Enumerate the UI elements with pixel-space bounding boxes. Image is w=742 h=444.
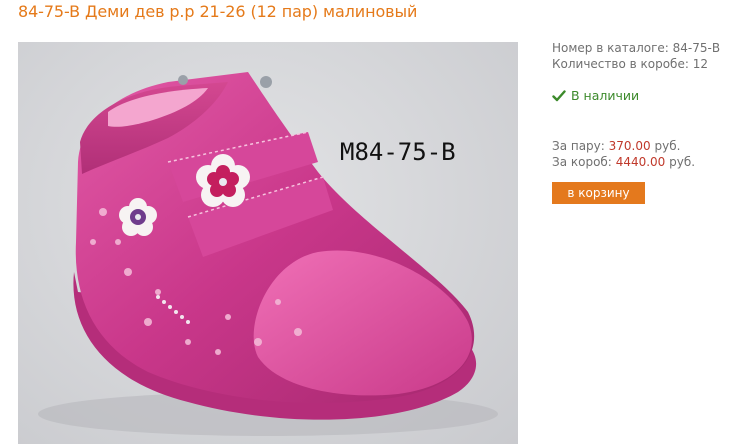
product-title: 84-75-B Деми дев р.р 21-26 (12 пар) мали…	[18, 2, 418, 21]
shoe-image: M84-75-B	[38, 72, 498, 436]
catalog-label: Номер в каталоге:	[552, 41, 669, 55]
pair-price-row: За пару: 370.00 руб.	[552, 138, 695, 154]
pair-price-currency: руб.	[654, 139, 681, 153]
box-price-value: 4440.00	[615, 155, 666, 169]
pair-price-label: За пару:	[552, 139, 605, 153]
product-photo[interactable]: M84-75-B	[18, 42, 518, 444]
pair-price-value: 370.00	[608, 139, 651, 153]
box-qty-label: Количество в коробе:	[552, 57, 689, 71]
box-qty-value: 12	[692, 57, 708, 71]
checkmark-icon	[552, 89, 566, 103]
photo-label: M84-75-B	[340, 138, 456, 166]
box-price-row: За короб: 4440.00 руб.	[552, 154, 695, 170]
box-price-label: За короб:	[552, 155, 612, 169]
stock-text: В наличии	[571, 88, 640, 103]
add-to-cart-button[interactable]: в корзину	[552, 182, 645, 204]
box-price-currency: руб.	[669, 155, 696, 169]
product-info: Номер в каталоге: 84-75-B Количество в к…	[552, 40, 720, 72]
catalog-row: Номер в каталоге: 84-75-B	[552, 40, 720, 56]
catalog-value: 84-75-B	[672, 41, 721, 55]
box-qty-row: Количество в коробе: 12	[552, 56, 720, 72]
price-block: За пару: 370.00 руб. За короб: 4440.00 р…	[552, 138, 695, 170]
stock-status: В наличии	[552, 88, 639, 103]
